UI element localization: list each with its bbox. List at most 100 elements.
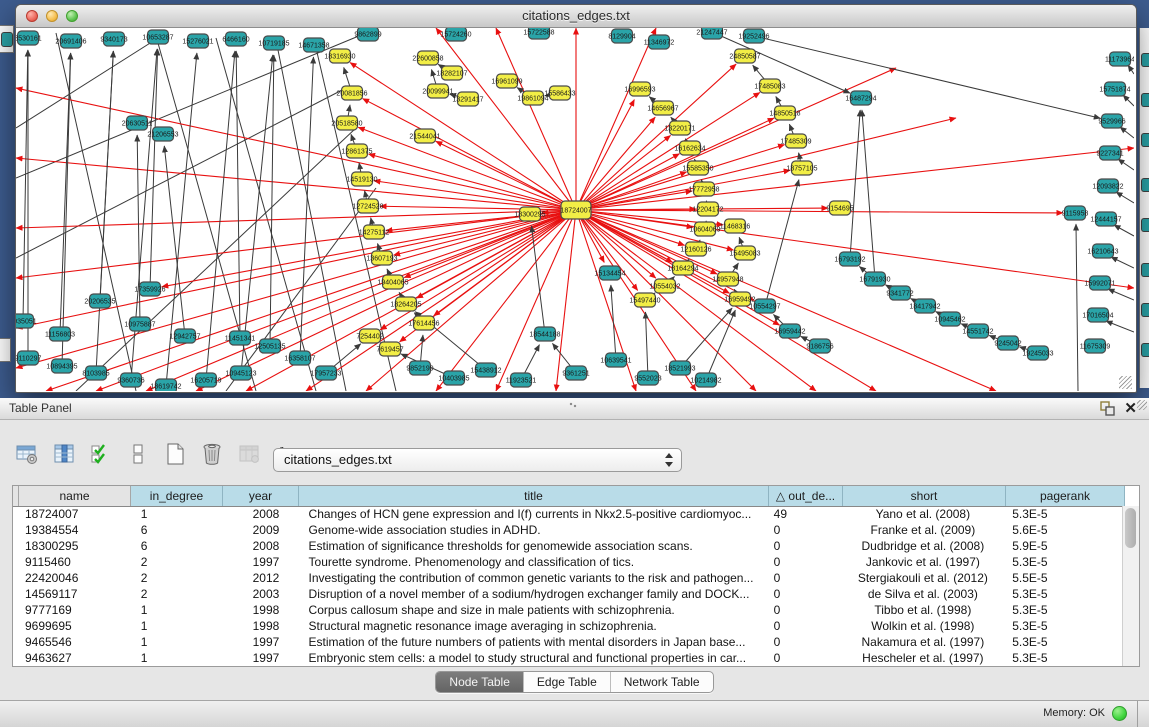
graph-node[interactable]: 16162634 [674,141,705,155]
graph-node[interactable]: 9360736 [117,373,144,387]
table-cell[interactable]: 2 [131,554,223,570]
graph-node[interactable]: 10719185 [258,36,289,50]
graph-node[interactable]: 14519130 [346,172,377,186]
graph-node[interactable]: 12160126 [680,242,711,256]
graph-node[interactable]: 17485083 [754,79,785,93]
table-cell[interactable]: 9463627 [19,650,131,666]
graph-node[interactable]: 11923521 [506,373,537,387]
graph-node[interactable]: 18316930 [324,49,355,63]
table-row[interactable]: 911546021997Tourette syndrome. Phenomeno… [13,554,1123,570]
table-row[interactable]: 1830029562008Estimation of significance … [13,538,1123,554]
table-cell[interactable]: 9699695 [19,618,131,634]
table-cell[interactable]: Structural magnetic resonance image aver… [299,618,768,634]
table-cell[interactable]: 0 [768,634,842,650]
table-row[interactable]: 1872400712008Changes of HCN gene express… [13,506,1123,522]
graph-node[interactable]: 16487294 [845,91,876,105]
graph-node[interactable]: 9529966 [1098,114,1125,128]
window-resize-grip[interactable] [1119,376,1132,389]
graph-hub-node[interactable]: 18724007 [560,201,591,219]
delete-table-icon[interactable] [199,441,225,467]
table-cell[interactable]: 14569117 [19,586,131,602]
table-row[interactable]: 1938455462009Genome-wide association stu… [13,522,1123,538]
table-cell[interactable]: Hescheler et al. (1997) [842,650,1005,666]
table-row[interactable]: 946554611997Estimation of the future num… [13,634,1123,650]
table-cell[interactable]: 5.6E-5 [1004,522,1123,538]
graph-node[interactable]: 16210643 [1087,244,1118,258]
table-cell[interactable]: 1 [131,618,223,634]
graph-node[interactable]: 9227341 [1096,146,1123,160]
table-row[interactable]: 1456911722003Disruption of a novel membe… [13,586,1123,602]
table-cell[interactable]: Changes of HCN gene expression and I(f) … [299,506,768,522]
table-cell[interactable]: 5.3E-5 [1004,634,1123,650]
graph-node[interactable]: 17485309 [780,134,811,148]
graph-node[interactable]: 14957948 [712,272,743,286]
graph-node[interactable]: 15585350 [682,161,713,175]
table-cell[interactable]: 5.3E-5 [1004,506,1123,522]
graph-node[interactable]: 22600858 [412,51,443,65]
graph-node[interactable]: 14850518 [769,106,800,120]
table-cell[interactable]: 0 [768,602,842,618]
graph-node[interactable]: 11156803 [45,327,75,341]
graph-node[interactable]: 20206535 [84,294,115,308]
table-cell[interactable]: 5.3E-5 [1004,554,1123,570]
graph-node[interactable]: 8935051 [16,314,37,328]
column-header-short[interactable]: short [843,486,1006,506]
graph-node[interactable]: 19252496 [738,29,769,43]
graph-node[interactable]: 6466160 [222,32,249,46]
table-cell[interactable]: 0 [768,554,842,570]
window-titlebar[interactable]: citations_edges.txt [16,5,1136,28]
table-cell[interactable]: Nakamura et al. (1997) [842,634,1005,650]
graph-node[interactable]: 11468316 [720,219,751,233]
graph-node[interactable]: 9186756 [806,339,833,353]
graph-node[interactable]: 11675309 [1080,339,1111,353]
graph-node[interactable]: 16205719 [190,373,221,387]
table-settings-icon[interactable] [14,441,40,467]
graph-node[interactable]: 17016504 [1082,308,1113,322]
graph-node[interactable]: 11173964 [1105,52,1134,66]
table-cell[interactable]: Estimation of significance thresholds fo… [299,538,768,554]
graph-node[interactable]: 9110297 [16,351,41,365]
table-cell[interactable]: 5.5E-5 [1004,570,1123,586]
table-cell[interactable]: 6 [131,538,223,554]
graph-node[interactable]: 15438912 [470,363,501,377]
table-vertical-scrollbar[interactable] [1122,506,1139,666]
table-cell[interactable]: Tourette syndrome. Phenomenology and cla… [299,554,768,570]
graph-node[interactable]: 10214982 [690,373,721,387]
table-cell[interactable]: Jankovic et al. (1997) [842,554,1005,570]
graph-node[interactable]: 12861375 [341,144,372,158]
table-cell[interactable]: Wolkin et al. (1998) [842,618,1005,634]
graph-node[interactable]: 7254402 [356,329,383,343]
graph-node[interactable]: 20081856 [336,86,367,100]
scrollbar-thumb[interactable] [1125,508,1136,548]
table-row[interactable]: 977716911998Corpus callosum shape and si… [13,602,1123,618]
table-cell[interactable]: 1998 [223,602,299,618]
tab-edge-table[interactable]: Edge Table [524,672,611,692]
table-cell[interactable]: Stergiakouli et al. (2012) [842,570,1005,586]
graph-node[interactable]: 12724528 [352,199,383,213]
graph-node[interactable]: 15497440 [629,293,660,307]
graph-node[interactable]: 11346972 [644,35,675,49]
select-all-icon[interactable] [88,441,114,467]
new-table-icon[interactable] [162,441,188,467]
close-window-button[interactable] [26,10,38,22]
table-cell[interactable]: de Silva et al. (2003) [842,586,1005,602]
graph-node[interactable]: 16793192 [834,252,865,266]
graph-node[interactable]: 9115958 [1062,206,1089,220]
graph-node[interactable]: 18757105 [786,161,817,175]
graph-node[interactable]: 18619742 [150,379,181,391]
graph-node[interactable]: 20518580 [331,116,362,130]
table-cell[interactable]: 6 [131,522,223,538]
table-cell[interactable]: 49 [768,506,842,522]
zoom-window-button[interactable] [66,10,78,22]
float-panel-icon[interactable] [1100,401,1115,416]
graph-node[interactable]: 21206553 [147,127,178,141]
graph-node[interactable]: 12093822 [1092,179,1123,193]
table-cell[interactable]: 2 [131,586,223,602]
table-cell[interactable]: 5.3E-5 [1004,602,1123,618]
graph-node[interactable]: 17957233 [310,366,341,380]
table-cell[interactable]: 0 [768,538,842,554]
graph-node[interactable]: 9245042 [994,336,1021,350]
graph-node[interactable]: 9552023 [634,371,661,385]
graph-node[interactable]: 16959442 [774,324,805,338]
graph-node[interactable]: 16358107 [284,351,315,365]
